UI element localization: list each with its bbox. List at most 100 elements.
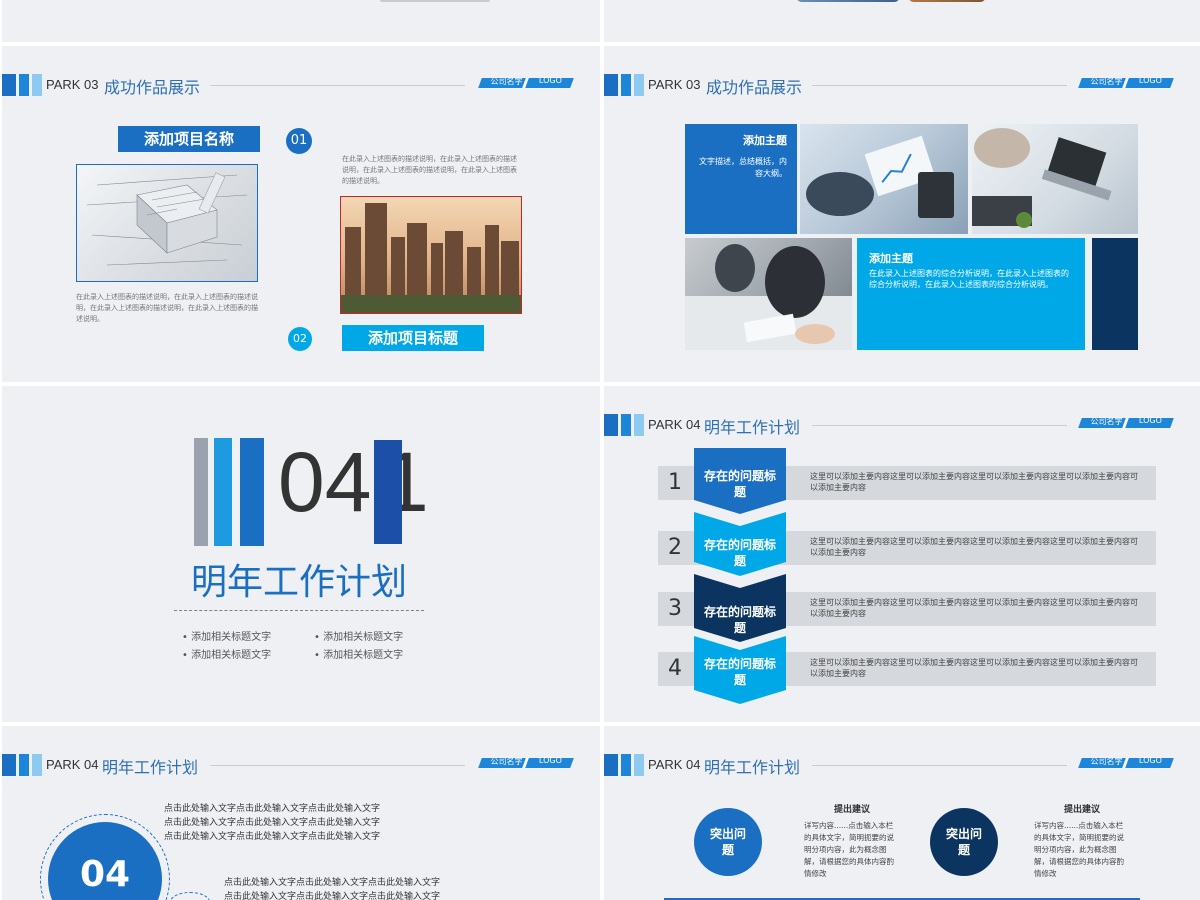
park-label: PARK 04 — [648, 757, 701, 772]
text-block-2: 点击此处输入文字点击此处输入文字点击此处输入文字 点击此处输入文字点击此处输入文… — [224, 878, 441, 900]
bullet-2: • 添加相关标题文字 — [314, 632, 404, 643]
slide-top-left — [2, 0, 600, 42]
topic-text-1: 文字描述，总结概括，内容大纲。 — [699, 157, 787, 178]
topic-text-2: 在此录入上述图表的综合分析说明，在此录入上述图表的综合分析说明，在此录入上述图表… — [869, 269, 1069, 289]
slide-header: PARK 04 明年工作计划 公司名字 LOGO — [604, 754, 1200, 777]
slide-title: 成功作品展示 — [706, 78, 803, 97]
plan-row-number: 2 — [668, 535, 682, 560]
slide-title: 成功作品展示 — [104, 78, 201, 97]
slide-title: 明年工作计划 — [102, 758, 199, 777]
bar-sky — [214, 438, 232, 546]
park-label: PARK 04 — [46, 757, 99, 772]
company-logo-badge: 公司名字 LOGO — [1078, 416, 1174, 428]
number-accent-bar — [374, 440, 402, 544]
chevron-label-4: 存在的问题标题 — [703, 657, 776, 687]
chevron-label-2: 存在的问题标题 — [703, 538, 776, 568]
issue-circle-2: 突出问题 — [930, 808, 998, 876]
chevron-label-1: 存在的问题标题 — [703, 469, 776, 499]
park-label: PARK 04 — [648, 417, 701, 432]
slide-header: PARK 04 明年工作计划 公司名字 LOGO — [2, 754, 600, 777]
header-block-1 — [604, 74, 618, 96]
suggest-text-2: 详写内容......点击输入本栏的具体文字，简明扼要的说明分项内容，此为概念图解… — [1034, 821, 1124, 878]
header-rule — [812, 425, 1067, 426]
park-label: PARK 03 — [46, 77, 99, 92]
laptop-graphic — [972, 128, 1112, 228]
top-left-caption — [380, 0, 490, 2]
header-block-2 — [19, 754, 29, 776]
slide-park03-right: PARK 03 成功作品展示 公司名字 LOGO 添加主题 文字描述，总结概括，… — [604, 46, 1200, 382]
header-block-1 — [604, 414, 618, 436]
orbit-dot — [170, 892, 210, 900]
header-rule — [812, 85, 1067, 86]
header-block-2 — [621, 414, 631, 436]
city-photo — [340, 196, 522, 314]
header-block-3 — [634, 74, 644, 96]
header-rule — [210, 85, 465, 86]
blueprint-photo — [76, 164, 258, 282]
slide-park04-right: PARK 04 明年工作计划 公司名字 LOGO 突出问题 提出建议 详写内容.… — [604, 726, 1200, 900]
header-block-3 — [634, 754, 644, 776]
header-rule — [210, 765, 465, 766]
text-block-1: 点击此处输入文字点击此处输入文字点击此处输入文字 点击此处输入文字点击此处输入文… — [164, 804, 381, 842]
header-block-2 — [621, 74, 631, 96]
slide-top-right — [604, 0, 1200, 42]
plan-row-text: 这里可以添加主要内容这里可以添加主要内容这里可以添加主要内容这里可以添加主要内容… — [810, 598, 1138, 618]
header-block-3 — [32, 754, 42, 776]
meeting-graphic — [685, 244, 852, 350]
plan-row-text: 这里可以添加主要内容这里可以添加主要内容这里可以添加主要内容这里可以添加主要内容… — [810, 472, 1138, 492]
issue-circle-1: 突出问题 — [694, 808, 762, 876]
bar-blue — [240, 438, 264, 546]
handshake-graphic — [806, 135, 954, 218]
number-badge-01: 01 — [286, 128, 312, 154]
desc-right: 在此录入上述图表的描述说明，在此录入上述图表的描述说明，在此录入上述图表的描述说… — [342, 155, 517, 185]
header-block-2 — [621, 754, 631, 776]
meeting-photo-1 — [800, 124, 968, 234]
plan-row-number: 1 — [668, 470, 682, 495]
company-logo-badge: 公司名字 LOGO — [478, 76, 574, 88]
plan-row-number: 4 — [668, 656, 682, 681]
big-number: 04 — [79, 854, 131, 895]
top-photo-2 — [908, 0, 986, 2]
ppt-template-preview: PARK 03 成功作品展示 公司名字 LOGO 添加项目名称 01 在此录入上… — [0, 0, 1200, 900]
topic-box-1: 添加主题 文字描述，总结概括，内容大纲。 — [685, 124, 797, 234]
plan-row-text: 这里可以添加主要内容这里可以添加主要内容这里可以添加主要内容这里可以添加主要内容… — [810, 537, 1138, 557]
desc-left: 在此录入上述图表的描述说明，在此录入上述图表的描述说明，在此录入上述图表的描述说… — [76, 293, 258, 323]
bullet-3: • 添加相关标题文字 — [182, 650, 272, 661]
project-title-box: 添加项目标题 — [342, 325, 484, 351]
city-skyline — [341, 203, 521, 313]
suggest-head-1: 提出建议 — [833, 805, 870, 815]
company-logo-badge: 公司名字 LOGO — [478, 756, 574, 768]
bullet-4: • 添加相关标题文字 — [314, 650, 404, 661]
company-logo-badge: 公司名字 LOGO — [1078, 76, 1174, 88]
header-rule — [812, 765, 1067, 766]
slide-section-04: 04 1 明年工作计划 • 添加相关标题文字 • 添加相关标题文字 • 添加相关… — [2, 386, 600, 722]
number-badge-02: 02 — [288, 327, 312, 351]
topic-title-1: 添加主题 — [743, 134, 787, 147]
slide-header: PARK 03 成功作品展示 公司名字 LOGO — [604, 74, 1200, 97]
header-block-3 — [32, 74, 42, 96]
topic-box-2: 添加主题 在此录入上述图表的综合分析说明，在此录入上述图表的综合分析说明，在此录… — [857, 238, 1085, 350]
slide-header: PARK 03 成功作品展示 公司名字 LOGO — [2, 74, 600, 97]
header-block-2 — [19, 74, 29, 96]
plan-row-number: 3 — [668, 596, 682, 621]
section-number: 04 — [278, 435, 372, 529]
slide-header: PARK 04 明年工作计划 公司名字 LOGO — [604, 414, 1200, 437]
project-name-box: 添加项目名称 — [118, 126, 260, 152]
topic-title-2: 添加主题 — [869, 252, 913, 265]
blueprint-illustration — [86, 172, 248, 266]
section-title: 明年工作计划 — [190, 562, 407, 603]
park-label: PARK 03 — [648, 77, 701, 92]
laptop-photo — [972, 124, 1138, 234]
slide-park04-plan: PARK 04 明年工作计划 公司名字 LOGO 1 这里可以添加主要内容这里可… — [604, 386, 1200, 722]
top-photo-1 — [796, 0, 900, 2]
company-logo-badge: 公司名字 LOGO — [1078, 756, 1174, 768]
bar-gray — [194, 438, 208, 546]
meeting-photo-2 — [685, 238, 852, 350]
slide-park03-left: PARK 03 成功作品展示 公司名字 LOGO 添加项目名称 01 在此录入上… — [2, 46, 600, 382]
suggest-head-2: 提出建议 — [1063, 805, 1100, 815]
slide-park04-left: PARK 04 明年工作计划 公司名字 LOGO 04 点击此处输入文字点击此处… — [2, 726, 600, 900]
navy-panel — [1092, 238, 1138, 350]
slide-title: 明年工作计划 — [704, 418, 801, 437]
chevron-label-3: 存在的问题标题 — [703, 605, 776, 635]
suggest-text-1: 详写内容......点击输入本栏的具体文字，简明扼要的说明分项内容，此为概念图解… — [804, 821, 894, 878]
